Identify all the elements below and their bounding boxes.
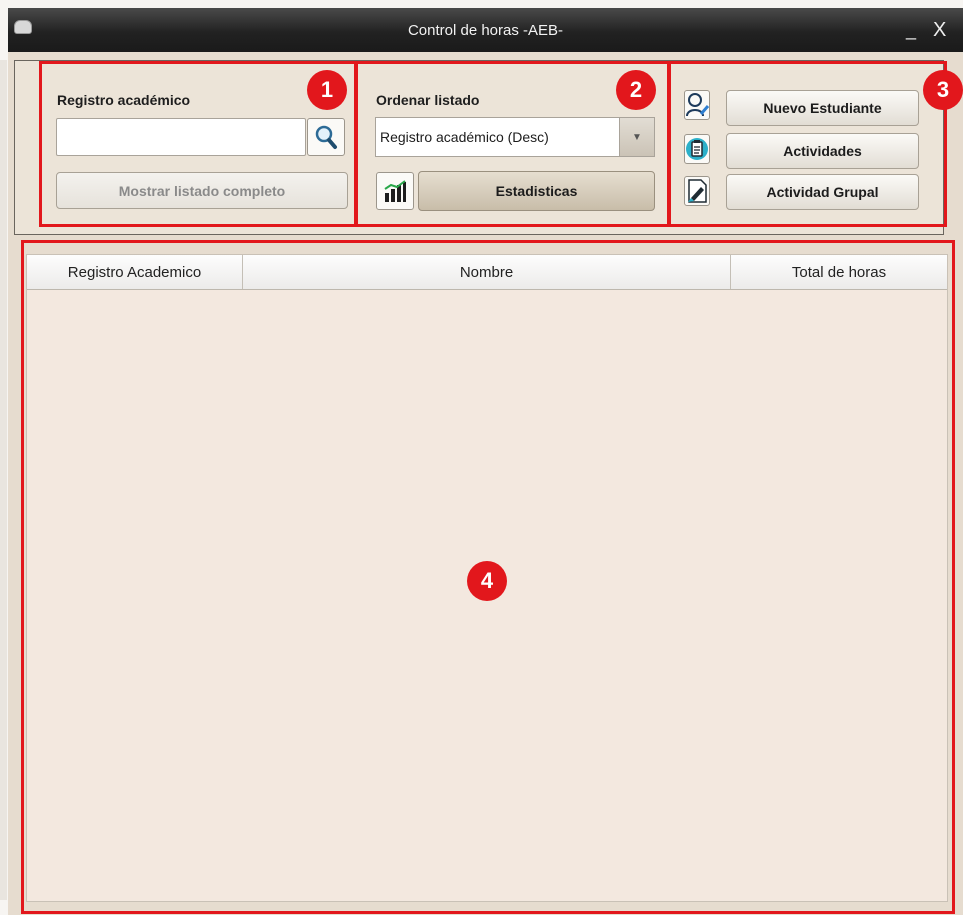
title-bar[interactable]: Control de horas -AEB- _ X [8, 8, 963, 52]
annotation-badge-3: 3 [923, 70, 963, 110]
annotation-badge-4: 4 [467, 561, 507, 601]
annotation-box-3 [668, 61, 947, 227]
annotation-badge-1: 1 [307, 70, 347, 110]
minimize-button[interactable]: _ [906, 20, 916, 41]
window-title: Control de horas -AEB- [407, 22, 564, 39]
annotation-badge-2: 2 [616, 70, 656, 110]
close-button[interactable]: X [933, 19, 946, 42]
left-edge [0, 60, 7, 900]
